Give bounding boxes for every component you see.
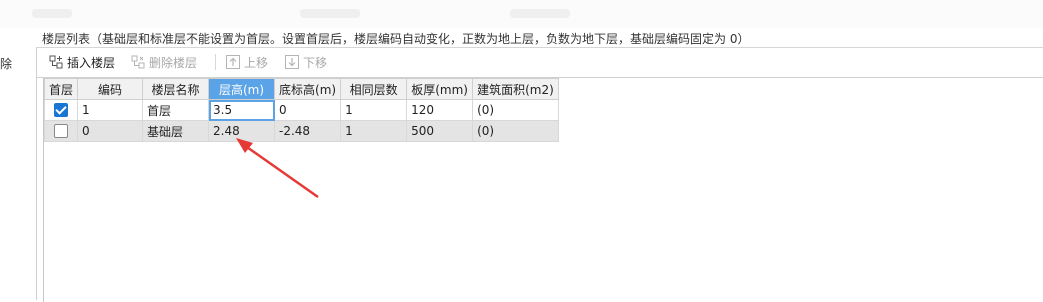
floor-name-cell[interactable]: 首层 [142, 99, 210, 121]
code-cell[interactable]: 0 [77, 120, 144, 142]
floor-list-panel: 插入楼层 删除楼层 上移 下移 首层 编码 楼层名称 层高(m) 底标高(m) … [37, 47, 1043, 302]
same-floor-count-cell[interactable]: 1 [340, 99, 408, 121]
col-header-bottom-elevation[interactable]: 底标高(m) [274, 78, 342, 100]
arrow-up-icon [226, 55, 240, 69]
header-row: 首层 编码 楼层名称 层高(m) 底标高(m) 相同层数 板厚(mm) 建筑面积… [43, 78, 559, 100]
col-header-floor-height[interactable]: 层高(m) [208, 78, 276, 100]
col-header-first-floor[interactable]: 首层 [43, 78, 79, 100]
code-cell[interactable]: 1 [77, 99, 144, 121]
toolbar: 插入楼层 删除楼层 上移 下移 [37, 48, 1043, 77]
first-floor-checkbox[interactable] [54, 103, 68, 118]
delete-floor-label: 删除楼层 [149, 55, 198, 70]
col-header-code[interactable]: 编码 [77, 78, 144, 100]
move-down-button[interactable]: 下移 [285, 53, 327, 71]
building-area-cell[interactable]: (0) [472, 120, 559, 142]
arrow-down-icon [285, 55, 299, 69]
toolbar-divider [215, 54, 216, 70]
blurred-text [510, 9, 570, 18]
slab-thickness-cell[interactable]: 500 [406, 120, 474, 142]
move-up-label: 上移 [244, 55, 269, 70]
first-floor-cell[interactable] [43, 120, 79, 142]
table-row[interactable]: 0 基础层 2.48 -2.48 1 500 (0) [43, 120, 559, 142]
floor-height-cell[interactable]: 3.5 [208, 99, 276, 121]
delete-floor-icon [131, 55, 145, 69]
slab-thickness-cell[interactable]: 120 [406, 99, 474, 121]
floor-name-cell[interactable]: 基础层 [142, 120, 210, 142]
insert-floor-button[interactable]: 插入楼层 [49, 53, 115, 71]
move-up-button[interactable]: 上移 [226, 53, 268, 71]
bottom-elevation-cell[interactable]: 0 [274, 99, 342, 121]
left-panel: 除 [0, 47, 37, 300]
first-floor-checkbox[interactable] [54, 124, 68, 139]
floor-grid: 首层 编码 楼层名称 层高(m) 底标高(m) 相同层数 板厚(mm) 建筑面积… [37, 77, 1043, 302]
floor-table: 首层 编码 楼层名称 层高(m) 底标高(m) 相同层数 板厚(mm) 建筑面积… [43, 78, 559, 142]
table-row[interactable]: 1 首层 3.5 0 1 120 (0) [43, 99, 559, 121]
blurred-text [32, 9, 72, 18]
first-floor-cell[interactable] [43, 99, 79, 121]
col-header-slab-thickness[interactable]: 板厚(mm) [406, 78, 474, 100]
blurred-text [300, 9, 360, 18]
insert-floor-icon [49, 55, 63, 69]
bottom-elevation-cell[interactable]: -2.48 [274, 120, 342, 142]
top-strip [0, 0, 1043, 28]
left-panel-label[interactable]: 除 [0, 55, 12, 72]
move-down-label: 下移 [303, 55, 328, 70]
delete-floor-button[interactable]: 删除楼层 [131, 53, 197, 71]
col-header-building-area[interactable]: 建筑面积(m2) [472, 78, 559, 100]
col-header-same-floor-count[interactable]: 相同层数 [340, 78, 408, 100]
insert-floor-label: 插入楼层 [67, 55, 116, 70]
floor-list-caption: 楼层列表（基础层和标准层不能设置为首层。设置首层后，楼层编码自动变化，正数为地上… [42, 32, 750, 46]
building-area-cell[interactable]: (0) [472, 99, 559, 121]
col-header-floor-name[interactable]: 楼层名称 [142, 78, 210, 100]
same-floor-count-cell[interactable]: 1 [340, 120, 408, 142]
floor-height-cell[interactable]: 2.48 [208, 120, 276, 142]
